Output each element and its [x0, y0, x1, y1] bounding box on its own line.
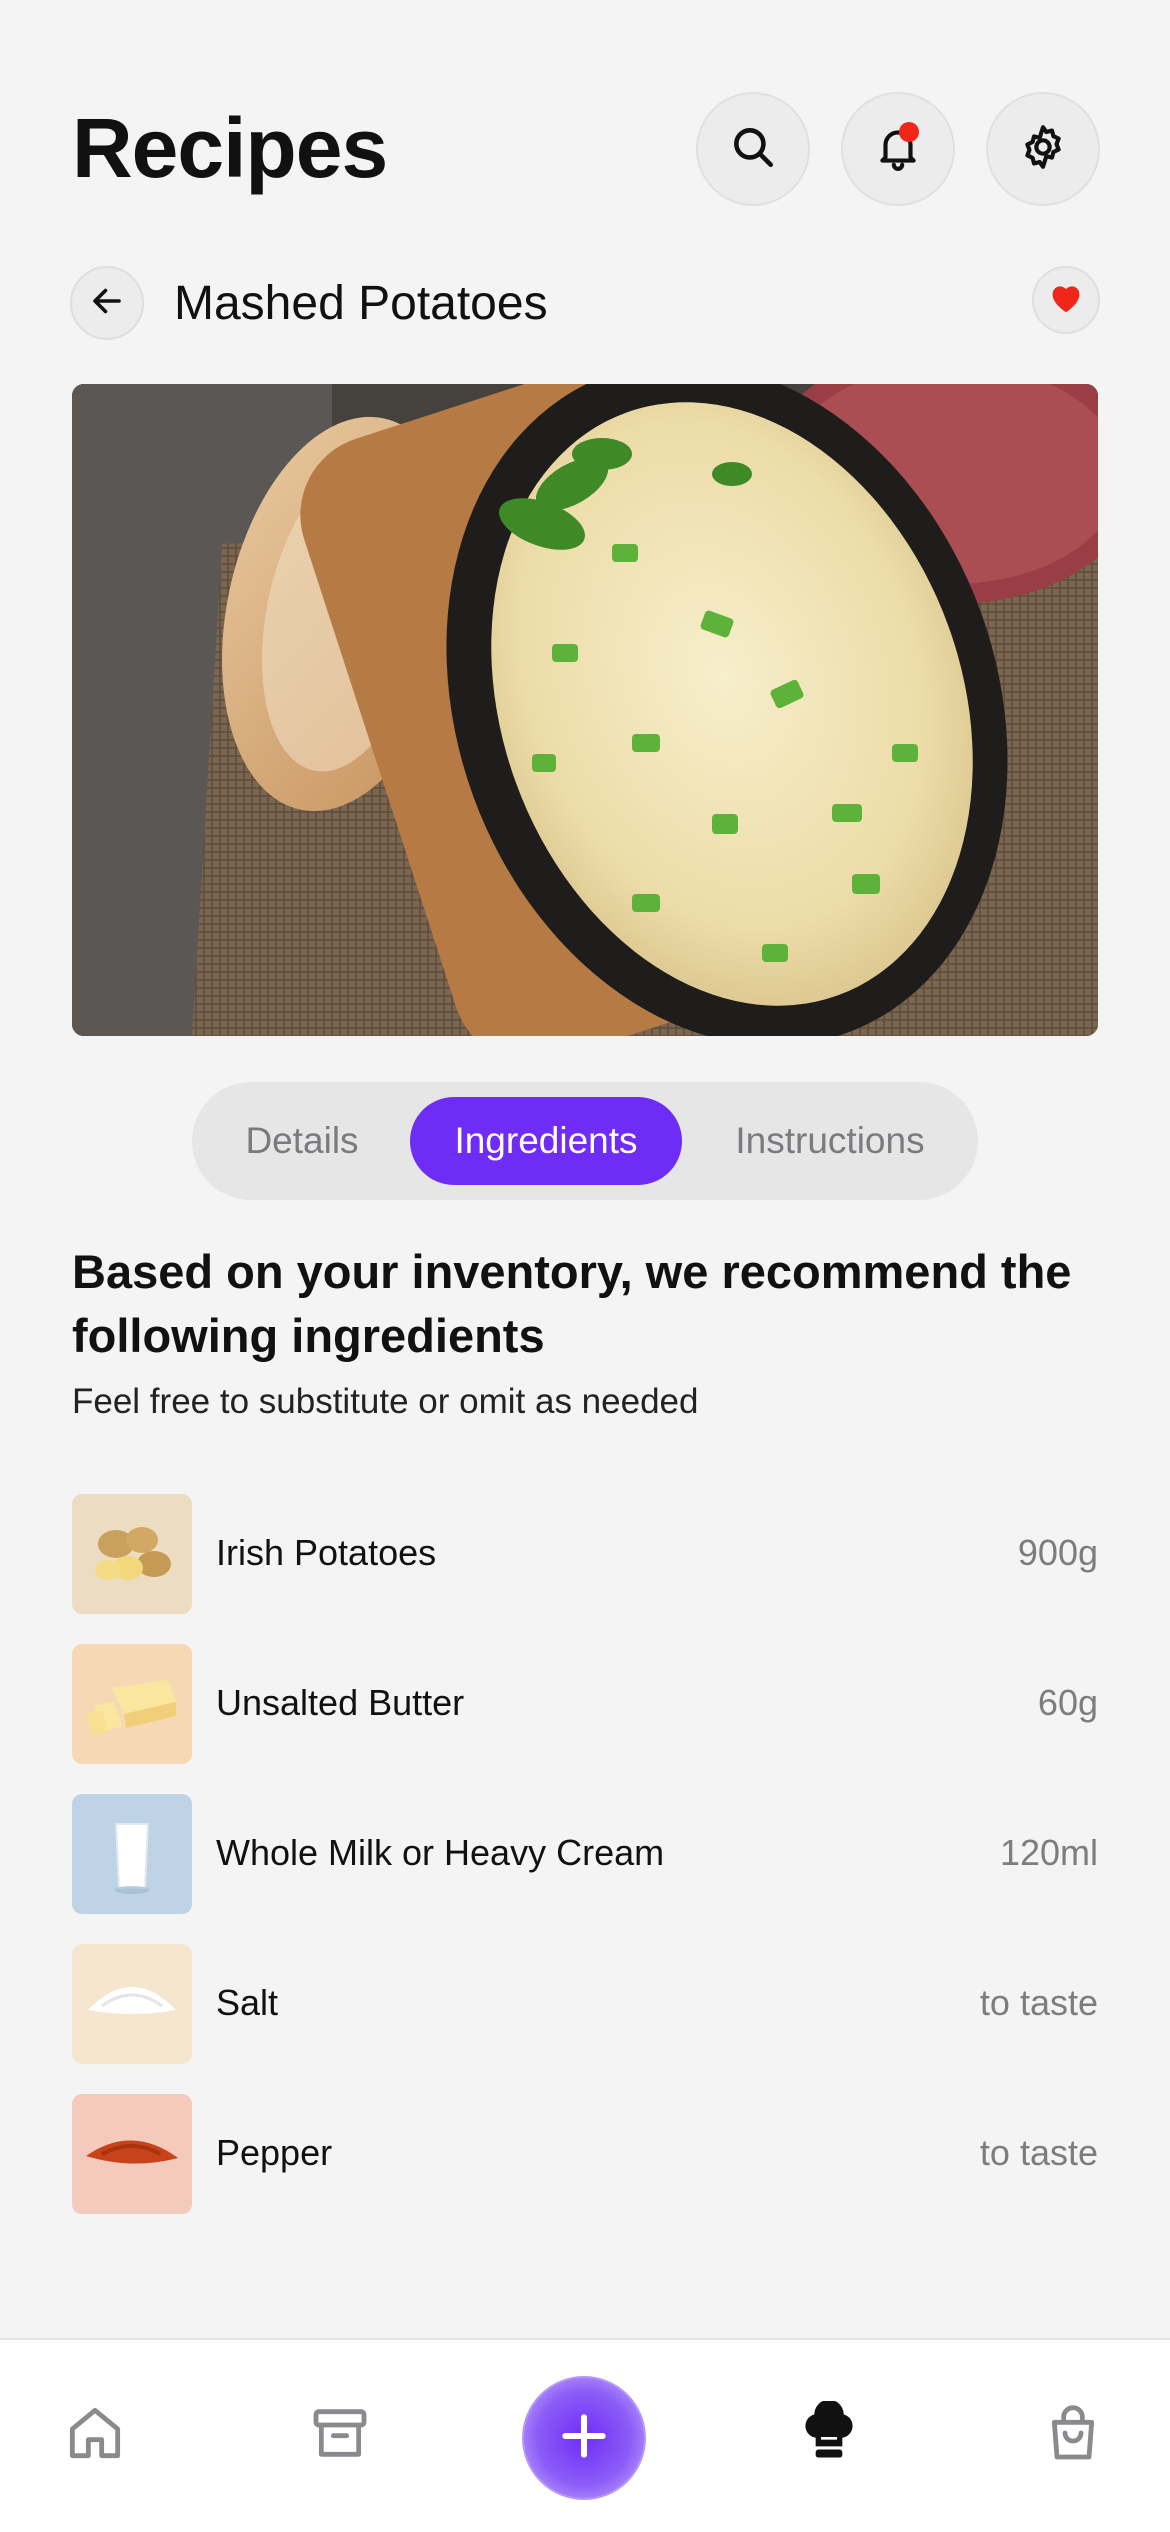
ingredient-name: Unsalted Butter: [216, 1682, 465, 1723]
nav-shopping[interactable]: [1038, 2400, 1108, 2470]
add-button[interactable]: [522, 2376, 646, 2500]
gear-icon: [1018, 122, 1068, 177]
ingredient-quantity: 900g: [1017, 1532, 1098, 1573]
notification-badge: [899, 122, 919, 142]
milk-image: [72, 1794, 192, 1914]
settings-button[interactable]: [986, 92, 1100, 206]
bottom-nav: [0, 2338, 1170, 2532]
ingredient-name: Pepper: [216, 2132, 333, 2173]
favorite-button[interactable]: [1032, 266, 1100, 334]
recommendation-subtext: Feel free to substitute or omit as neede…: [72, 1382, 699, 1421]
ingredient-quantity: 60g: [1037, 1682, 1098, 1723]
archive-icon: [308, 2401, 372, 2470]
butter-image: [72, 1644, 192, 1764]
ingredient-quantity: to taste: [979, 2132, 1098, 2173]
ingredient-quantity: 120ml: [999, 1832, 1098, 1873]
ingredient-item-butter[interactable]: Unsalted Butter 60g: [72, 1644, 1098, 1764]
ingredient-name: Salt: [216, 1982, 279, 2023]
recipe-image: [72, 384, 1098, 1036]
ingredient-quantity: to taste: [979, 1982, 1098, 2023]
back-button[interactable]: [70, 266, 144, 340]
recipe-tabs: Details Ingredients Instructions: [192, 1082, 978, 1200]
notifications-button[interactable]: [841, 92, 955, 206]
recipe-title: Mashed Potatoes: [174, 277, 548, 330]
pepper-image: [72, 2094, 192, 2214]
nav-recipes[interactable]: [794, 2399, 864, 2470]
arrow-left-icon: [89, 283, 125, 324]
ingredient-name: Irish Potatoes: [216, 1532, 437, 1573]
nav-home[interactable]: [60, 2400, 130, 2470]
tab-details[interactable]: Details: [202, 1097, 402, 1185]
ingredient-item-potatoes[interactable]: Irish Potatoes 900g: [72, 1494, 1098, 1614]
potato-image: [72, 1494, 192, 1614]
shopping-bag-icon: [1041, 2401, 1105, 2470]
search-button[interactable]: [696, 92, 810, 206]
ingredient-item-pepper[interactable]: Pepper to taste: [72, 2094, 1098, 2214]
ingredient-item-milk[interactable]: Whole Milk or Heavy Cream 120ml: [72, 1794, 1098, 1914]
tab-instructions[interactable]: Instructions: [692, 1097, 968, 1185]
heart-icon: [1047, 279, 1085, 322]
recipe-screen: Recipes Mashed Potatoes Details Ingredie…: [0, 0, 1170, 2532]
ingredient-item-salt[interactable]: Salt to taste: [72, 1944, 1098, 2064]
nav-archive[interactable]: [305, 2400, 375, 2470]
home-icon: [63, 2401, 127, 2470]
salt-image: [72, 1944, 192, 2064]
page-title: Recipes: [72, 101, 388, 195]
recommendation-heading: Based on your inventory, we recommend th…: [72, 1245, 1072, 1362]
ingredient-name: Whole Milk or Heavy Cream: [216, 1832, 665, 1873]
search-icon: [728, 122, 778, 177]
tab-ingredients[interactable]: Ingredients: [410, 1097, 682, 1185]
chef-hat-icon: [797, 2399, 861, 2470]
plus-icon: [556, 2408, 612, 2469]
